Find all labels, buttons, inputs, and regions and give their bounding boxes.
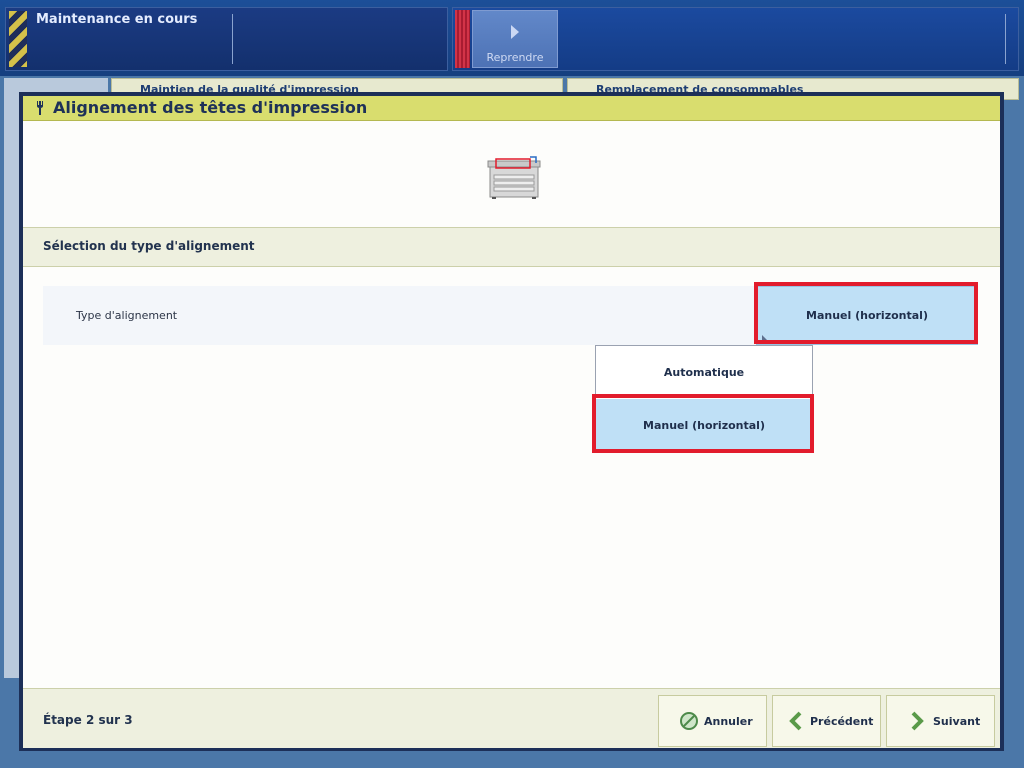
resume-button[interactable]: Reprendre bbox=[472, 10, 558, 68]
next-button[interactable]: Suivant bbox=[886, 695, 995, 747]
printer-illustration bbox=[487, 156, 541, 199]
alignment-type-select[interactable]: Manuel (horizontal) bbox=[756, 286, 978, 345]
previous-button[interactable]: Précédent bbox=[772, 695, 881, 747]
wrench-icon bbox=[37, 101, 43, 115]
chevron-left-icon bbox=[789, 711, 802, 731]
option-automatic[interactable]: Automatique bbox=[596, 346, 812, 399]
option-label: Automatique bbox=[663, 366, 745, 379]
job-panel: Reprendre bbox=[452, 7, 1019, 71]
dropdown-corner-icon bbox=[762, 335, 768, 341]
section-header: Sélection du type d'alignement bbox=[23, 227, 1000, 267]
next-label: Suivant bbox=[933, 715, 981, 728]
resume-label: Reprendre bbox=[486, 51, 544, 64]
step-indicator: Étape 2 sur 3 bbox=[43, 713, 133, 727]
cancel-button[interactable]: Annuler bbox=[658, 695, 767, 747]
option-label: Manuel (horizontal) bbox=[643, 419, 765, 432]
warning-stripes bbox=[9, 11, 27, 67]
stop-indicator bbox=[455, 10, 470, 68]
dialog-footer: Étape 2 sur 3 Annuler Précédent Suivant bbox=[23, 688, 1000, 748]
alignment-type-row: Type d'alignement Manuel (horizontal) bbox=[43, 286, 978, 345]
dialog-title-bar: Alignement des têtes d'impression bbox=[23, 96, 1000, 121]
cancel-label: Annuler bbox=[704, 715, 753, 728]
option-manual-horizontal[interactable]: Manuel (horizontal) bbox=[596, 399, 812, 452]
cancel-icon bbox=[680, 712, 698, 730]
play-icon bbox=[511, 25, 519, 39]
alignment-type-dropdown: Automatique Manuel (horizontal) bbox=[595, 345, 813, 452]
dialog-title: Alignement des têtes d'impression bbox=[53, 98, 368, 117]
section-title: Sélection du type d'alignement bbox=[43, 239, 255, 253]
divider bbox=[232, 14, 233, 64]
status-text: Maintenance en cours bbox=[36, 12, 198, 27]
chevron-right-icon bbox=[911, 711, 924, 731]
dialog-body: Alignement des têtes d'impression Sélect… bbox=[23, 96, 1000, 748]
top-status-bar: Maintenance en cours Reprendre bbox=[0, 0, 1024, 76]
alignment-type-value: Manuel (horizontal) bbox=[806, 309, 928, 322]
alignment-dialog: Alignement des têtes d'impression Sélect… bbox=[19, 92, 1004, 751]
divider bbox=[1005, 14, 1006, 64]
previous-label: Précédent bbox=[810, 715, 874, 728]
alignment-type-label: Type d'alignement bbox=[76, 309, 178, 322]
status-panel: Maintenance en cours bbox=[5, 7, 448, 71]
